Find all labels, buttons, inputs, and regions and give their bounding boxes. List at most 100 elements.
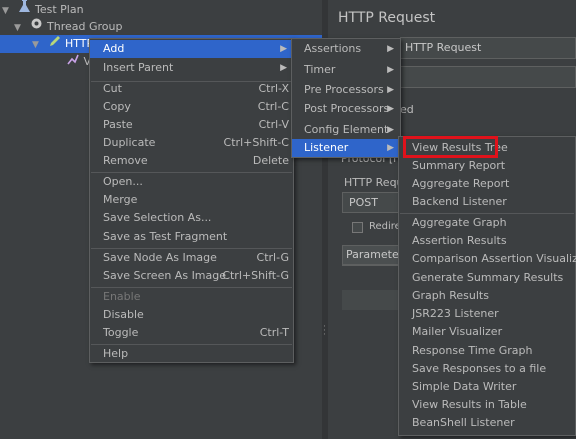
add-submenu: Assertions ▶ Timer ▶ Pre Processors ▶ Post … <box>291 38 401 158</box>
menu-item-duplicate[interactable]: Duplicate Ctrl+Shift-C <box>90 134 293 152</box>
menu-item-label: Simple Data Writer <box>412 380 517 393</box>
menu-item-help[interactable]: Help <box>90 345 293 363</box>
menu-item-label: Duplicate <box>103 136 156 149</box>
menu-item-label: Toggle <box>103 326 139 339</box>
submenu-arrow-icon: ▶ <box>387 44 394 54</box>
menu-item-label: View Results in Table <box>412 398 527 411</box>
submenu-item-pre-processors[interactable]: Pre Processors ▶ <box>292 81 400 99</box>
menu-item-disable[interactable]: Disable <box>90 306 293 324</box>
tree-item-listener[interactable]: V <box>66 53 91 71</box>
listener-item-summary-report[interactable]: Summary Report <box>399 157 575 175</box>
menu-item-label: JSR223 Listener <box>412 307 499 320</box>
listener-item-simple-data-writer[interactable]: Simple Data Writer <box>399 378 575 396</box>
listener-item-aggregate-graph[interactable]: Aggregate Graph <box>399 214 575 232</box>
listener-item-save-responses[interactable]: Save Responses to a file <box>399 360 575 378</box>
submenu-arrow-icon: ▶ <box>280 44 287 54</box>
listener-submenu: View Results Tree Summary Report Aggrega… <box>398 136 576 436</box>
menu-item-label: Aggregate Graph <box>412 216 507 229</box>
submenu-item-timer[interactable]: Timer ▶ <box>292 61 400 79</box>
listener-item-backend-listener[interactable]: Backend Listener <box>399 193 575 211</box>
menu-item-label: Generate Summary Results <box>412 271 564 284</box>
menu-item-enable: Enable <box>90 288 293 306</box>
menu-item-label: Cut <box>103 82 122 95</box>
menu-item-insert-parent[interactable]: Insert Parent ▶ <box>90 59 293 77</box>
menu-item-merge[interactable]: Merge <box>90 191 293 209</box>
gear-icon <box>30 17 44 36</box>
listener-item-comparison-assertion-visualizer[interactable]: Comparison Assertion Visualizer <box>399 250 576 268</box>
panel-title: HTTP Request <box>338 10 436 26</box>
listener-item-beanshell-listener[interactable]: BeanShell Listener <box>399 414 575 432</box>
chevron-down-icon[interactable]: ▼ <box>2 2 14 20</box>
method-select[interactable]: POST <box>342 192 400 213</box>
submenu-item-assertions[interactable]: Assertions ▶ <box>292 40 400 58</box>
menu-item-label: Post Processors <box>304 102 390 115</box>
menu-item-label: Save Screen As Image <box>103 269 227 282</box>
chevron-down-icon[interactable]: ▼ <box>32 36 44 54</box>
listener-item-assertion-results[interactable]: Assertion Results <box>399 232 575 250</box>
listener-item-mailer-visualizer[interactable]: Mailer Visualizer <box>399 323 575 341</box>
menu-item-label: Pre Processors <box>304 83 384 96</box>
shortcut-label: Ctrl-G <box>256 251 289 264</box>
menu-item-label: Listener <box>304 141 349 154</box>
submenu-arrow-icon: ▶ <box>387 143 394 153</box>
menu-item-label: Save Selection As... <box>103 211 212 224</box>
menu-item-paste[interactable]: Paste Ctrl-V <box>90 116 293 134</box>
menu-item-label: Timer <box>304 63 336 76</box>
tree-item-label: Thread Group <box>47 20 123 33</box>
listener-item-jsr223-listener[interactable]: JSR223 Listener <box>399 305 575 323</box>
submenu-arrow-icon: ▶ <box>280 63 287 73</box>
menu-item-save-selection[interactable]: Save Selection As... <box>90 209 293 227</box>
submenu-item-post-processors[interactable]: Post Processors ▶ <box>292 100 400 118</box>
menu-item-cut[interactable]: Cut Ctrl-X <box>90 80 293 98</box>
menu-item-save-node-image[interactable]: Save Node As Image Ctrl-G <box>90 249 293 267</box>
chart-icon <box>66 53 80 71</box>
menu-item-label: Config Element <box>304 123 389 136</box>
shortcut-label: Ctrl+Shift-C <box>223 136 289 149</box>
menu-item-label: Backend Listener <box>412 195 507 208</box>
listener-item-response-time-graph[interactable]: Response Time Graph <box>399 342 575 360</box>
menu-item-open[interactable]: Open... <box>90 173 293 191</box>
menu-item-label: Copy <box>103 100 131 113</box>
comments-field[interactable] <box>400 66 576 88</box>
redirect-checkbox[interactable] <box>352 222 363 233</box>
menu-item-copy[interactable]: Copy Ctrl-C <box>90 98 293 116</box>
menu-item-label: Add <box>103 42 125 55</box>
tab-parameters[interactable]: Parameters <box>342 245 409 265</box>
menu-item-label: Response Time Graph <box>412 344 533 357</box>
menu-item-label: Remove <box>103 154 148 167</box>
menu-item-remove[interactable]: Remove Delete <box>90 152 293 170</box>
submenu-arrow-icon: ▶ <box>387 85 394 95</box>
listener-item-generate-summary-results[interactable]: Generate Summary Results <box>399 269 575 287</box>
shortcut-label: Ctrl-C <box>257 100 289 113</box>
listener-item-graph-results[interactable]: Graph Results <box>399 287 575 305</box>
menu-item-save-screen-image[interactable]: Save Screen As Image Ctrl+Shift-G <box>90 267 293 285</box>
menu-item-label: Merge <box>103 193 138 206</box>
menu-item-label: Comparison Assertion Visualizer <box>412 252 576 265</box>
menu-item-label: BeanShell Listener <box>412 416 515 429</box>
listener-item-view-results-in-table[interactable]: View Results in Table <box>399 396 575 414</box>
tree-item-test-plan[interactable]: ▼ Test Plan <box>2 0 84 18</box>
submenu-item-listener[interactable]: Listener ▶ <box>292 139 400 157</box>
listener-item-aggregate-report[interactable]: Aggregate Report <box>399 175 575 193</box>
menu-item-add[interactable]: Add ▶ <box>90 40 293 58</box>
submenu-item-config-element[interactable]: Config Element ▶ <box>292 121 400 139</box>
shortcut-label: Ctrl-T <box>259 326 289 339</box>
shortcut-label: Ctrl-X <box>258 82 289 95</box>
menu-item-save-fragment[interactable]: Save as Test Fragment <box>90 228 293 246</box>
menu-item-label: Summary Report <box>412 159 506 172</box>
menu-item-label: Assertion Results <box>412 234 507 247</box>
shortcut-label: Ctrl+Shift-G <box>222 269 289 282</box>
menu-item-label: Open... <box>103 175 143 188</box>
splitter-grip-icon[interactable]: · · · <box>323 323 327 340</box>
tree-item-thread-group[interactable]: ▼ Thread Group <box>14 17 122 35</box>
pencil-icon <box>48 35 62 53</box>
menu-item-label: Save Responses to a file <box>412 362 547 375</box>
menu-item-toggle[interactable]: Toggle Ctrl-T <box>90 324 293 342</box>
menu-item-label: Aggregate Report <box>412 177 510 190</box>
menu-item-label: Save as Test Fragment <box>103 230 228 243</box>
menu-item-label: Assertions <box>304 42 362 55</box>
name-field[interactable]: HTTP Request <box>400 37 576 59</box>
menu-item-label: Enable <box>103 290 141 303</box>
submenu-arrow-icon: ▶ <box>387 65 394 75</box>
menu-item-label: Mailer Visualizer <box>412 325 503 338</box>
